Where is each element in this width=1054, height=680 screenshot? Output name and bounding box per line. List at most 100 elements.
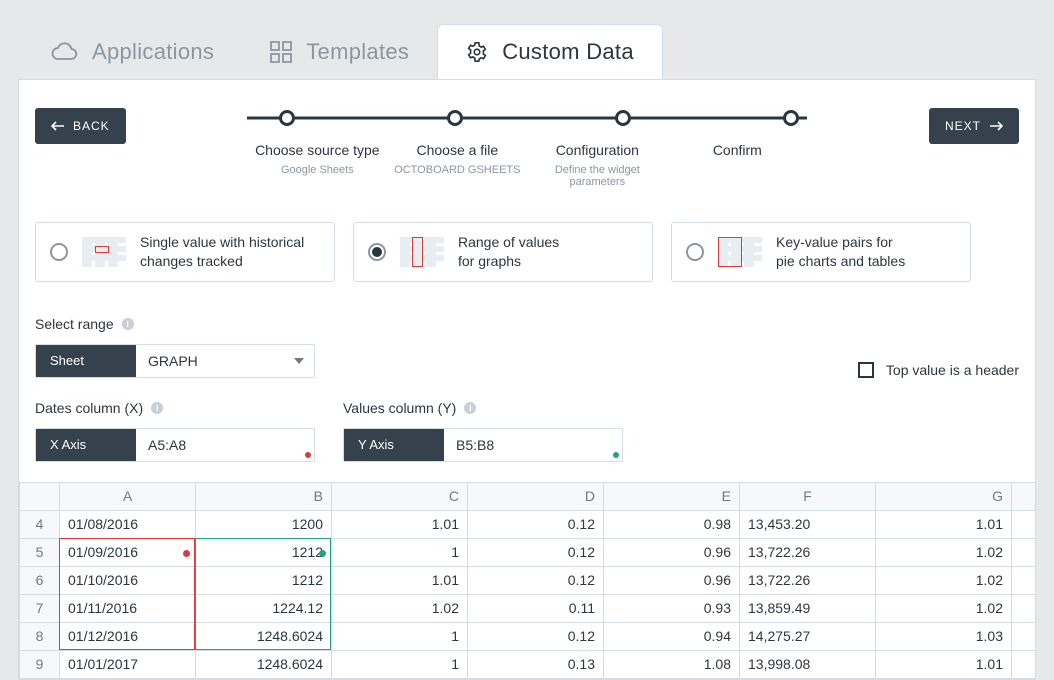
cell-D6[interactable]: 0.12 — [468, 567, 604, 595]
cell-B9[interactable]: 1248.6024 — [196, 651, 332, 679]
step-dot-2[interactable] — [447, 110, 463, 126]
y-indicator-dot — [613, 452, 619, 458]
col-header-E[interactable]: E — [604, 483, 740, 511]
data-type-selector: Single value with historicalchanges trac… — [35, 222, 1019, 282]
tab-custom-data[interactable]: Custom Data — [437, 24, 663, 79]
mini-sheet-icon — [400, 237, 444, 267]
cell-F7[interactable]: 13,859.49 — [740, 595, 876, 623]
cell-B4[interactable]: 1200 — [196, 511, 332, 539]
tab-label: Templates — [306, 39, 409, 65]
cloud-icon — [50, 41, 78, 63]
tab-templates[interactable]: Templates — [242, 25, 437, 79]
grid-icon — [270, 41, 292, 63]
header-checkbox[interactable]: Top value is a header — [858, 362, 1019, 378]
col-header-A[interactable]: A — [60, 483, 196, 511]
back-label: BACK — [73, 119, 110, 133]
cell-D7[interactable]: 0.11 — [468, 595, 604, 623]
info-icon[interactable]: i — [151, 402, 163, 414]
corner-cell — [20, 483, 60, 511]
cell-E9[interactable]: 1.08 — [604, 651, 740, 679]
tab-applications[interactable]: Applications — [22, 25, 242, 79]
col-header-F[interactable]: F — [740, 483, 876, 511]
mini-sheet-icon — [82, 237, 126, 267]
cell-B8[interactable]: 1248.6024 — [196, 623, 332, 651]
cell-G8[interactable]: 1.03 — [876, 623, 1012, 651]
col-header-B[interactable]: B — [196, 483, 332, 511]
cell-A4[interactable]: 01/08/2016 — [60, 511, 196, 539]
row-number[interactable]: 4 — [20, 511, 60, 539]
type-option-range[interactable]: Range of valuesfor graphs — [353, 222, 653, 282]
cell-D9[interactable]: 0.13 — [468, 651, 604, 679]
back-button[interactable]: BACK — [35, 108, 126, 144]
step-2-title: Choose a file — [387, 142, 527, 158]
cell-G5[interactable]: 1.02 — [876, 539, 1012, 567]
cell-G7[interactable]: 1.02 — [876, 595, 1012, 623]
cell-E7[interactable]: 0.93 — [604, 595, 740, 623]
y-label: Values column (Y) — [343, 400, 456, 416]
cell-D4[interactable]: 0.12 — [468, 511, 604, 539]
cell-E5[interactable]: 0.96 — [604, 539, 740, 567]
y-tag: Y Axis — [344, 429, 444, 461]
cell-A7[interactable]: 01/11/2016 — [60, 595, 196, 623]
cell-A8[interactable]: 01/12/2016 — [60, 623, 196, 651]
row-number[interactable]: 6 — [20, 567, 60, 595]
next-button[interactable]: NEXT — [929, 108, 1019, 144]
cell-G4[interactable]: 1.01 — [876, 511, 1012, 539]
row-number[interactable]: 7 — [20, 595, 60, 623]
cell-C9[interactable]: 1 — [332, 651, 468, 679]
col-header-C[interactable]: C — [332, 483, 468, 511]
sheet-dropdown[interactable]: Sheet GRAPH — [35, 344, 315, 378]
cell-A5[interactable]: 01/09/2016 — [60, 539, 196, 567]
cell-C5[interactable]: 1 — [332, 539, 468, 567]
sheet-row: 601/10/201612121.010.120.9613,722.261.02 — [20, 567, 1035, 595]
cell-F9[interactable]: 13,998.08 — [740, 651, 876, 679]
step-dot-3[interactable] — [615, 110, 631, 126]
radio-icon — [368, 243, 386, 261]
chevron-down-icon — [294, 358, 304, 364]
cell-G6[interactable]: 1.02 — [876, 567, 1012, 595]
sheet-row: 801/12/20161248.602410.120.9414,275.271.… — [20, 623, 1035, 651]
radio-icon — [50, 243, 68, 261]
cell-F8[interactable]: 14,275.27 — [740, 623, 876, 651]
cell-F6[interactable]: 13,722.26 — [740, 567, 876, 595]
type-line2: pie charts and tables — [776, 252, 905, 271]
info-icon[interactable]: i — [464, 402, 476, 414]
cell-B5[interactable]: 1212 — [196, 539, 332, 567]
cell-E6[interactable]: 0.96 — [604, 567, 740, 595]
y-axis-input[interactable]: Y Axis B5:B8 — [343, 428, 623, 462]
type-line1: Single value with historical — [140, 233, 304, 252]
type-option-single[interactable]: Single value with historicalchanges trac… — [35, 222, 335, 282]
row-number[interactable]: 5 — [20, 539, 60, 567]
next-label: NEXT — [945, 119, 981, 133]
sheet-row: 401/08/201612001.010.120.9813,453.201.01 — [20, 511, 1035, 539]
col-header-G[interactable]: G — [876, 483, 1012, 511]
cell-E8[interactable]: 0.94 — [604, 623, 740, 651]
cell-D5[interactable]: 0.12 — [468, 539, 604, 567]
cell-D8[interactable]: 0.12 — [468, 623, 604, 651]
x-axis-input[interactable]: X Axis A5:A8 — [35, 428, 315, 462]
cell-A6[interactable]: 01/10/2016 — [60, 567, 196, 595]
cell-C4[interactable]: 1.01 — [332, 511, 468, 539]
row-number[interactable]: 9 — [20, 651, 60, 679]
cell-C7[interactable]: 1.02 — [332, 595, 468, 623]
step-2-sub: OCTOBOARD GSHEETS — [387, 164, 527, 176]
cell-B6[interactable]: 1212 — [196, 567, 332, 595]
cell-B7[interactable]: 1224.12 — [196, 595, 332, 623]
cell-A9[interactable]: 01/01/2017 — [60, 651, 196, 679]
cell-F5[interactable]: 13,722.26 — [740, 539, 876, 567]
type-option-keyvalue[interactable]: Key-value pairs forpie charts and tables — [671, 222, 971, 282]
step-dot-1[interactable] — [279, 110, 295, 126]
arrow-right-icon — [989, 120, 1003, 132]
row-number[interactable]: 8 — [20, 623, 60, 651]
sheet-header-row: ABCDEFG — [20, 483, 1035, 511]
info-icon[interactable]: i — [122, 318, 134, 330]
col-header-D[interactable]: D — [468, 483, 604, 511]
sheet-row: 701/11/20161224.121.020.110.9313,859.491… — [20, 595, 1035, 623]
type-line1: Key-value pairs for — [776, 233, 905, 252]
cell-G9[interactable]: 1.01 — [876, 651, 1012, 679]
step-dot-4[interactable] — [783, 110, 799, 126]
cell-C6[interactable]: 1.01 — [332, 567, 468, 595]
cell-C8[interactable]: 1 — [332, 623, 468, 651]
cell-F4[interactable]: 13,453.20 — [740, 511, 876, 539]
cell-E4[interactable]: 0.98 — [604, 511, 740, 539]
